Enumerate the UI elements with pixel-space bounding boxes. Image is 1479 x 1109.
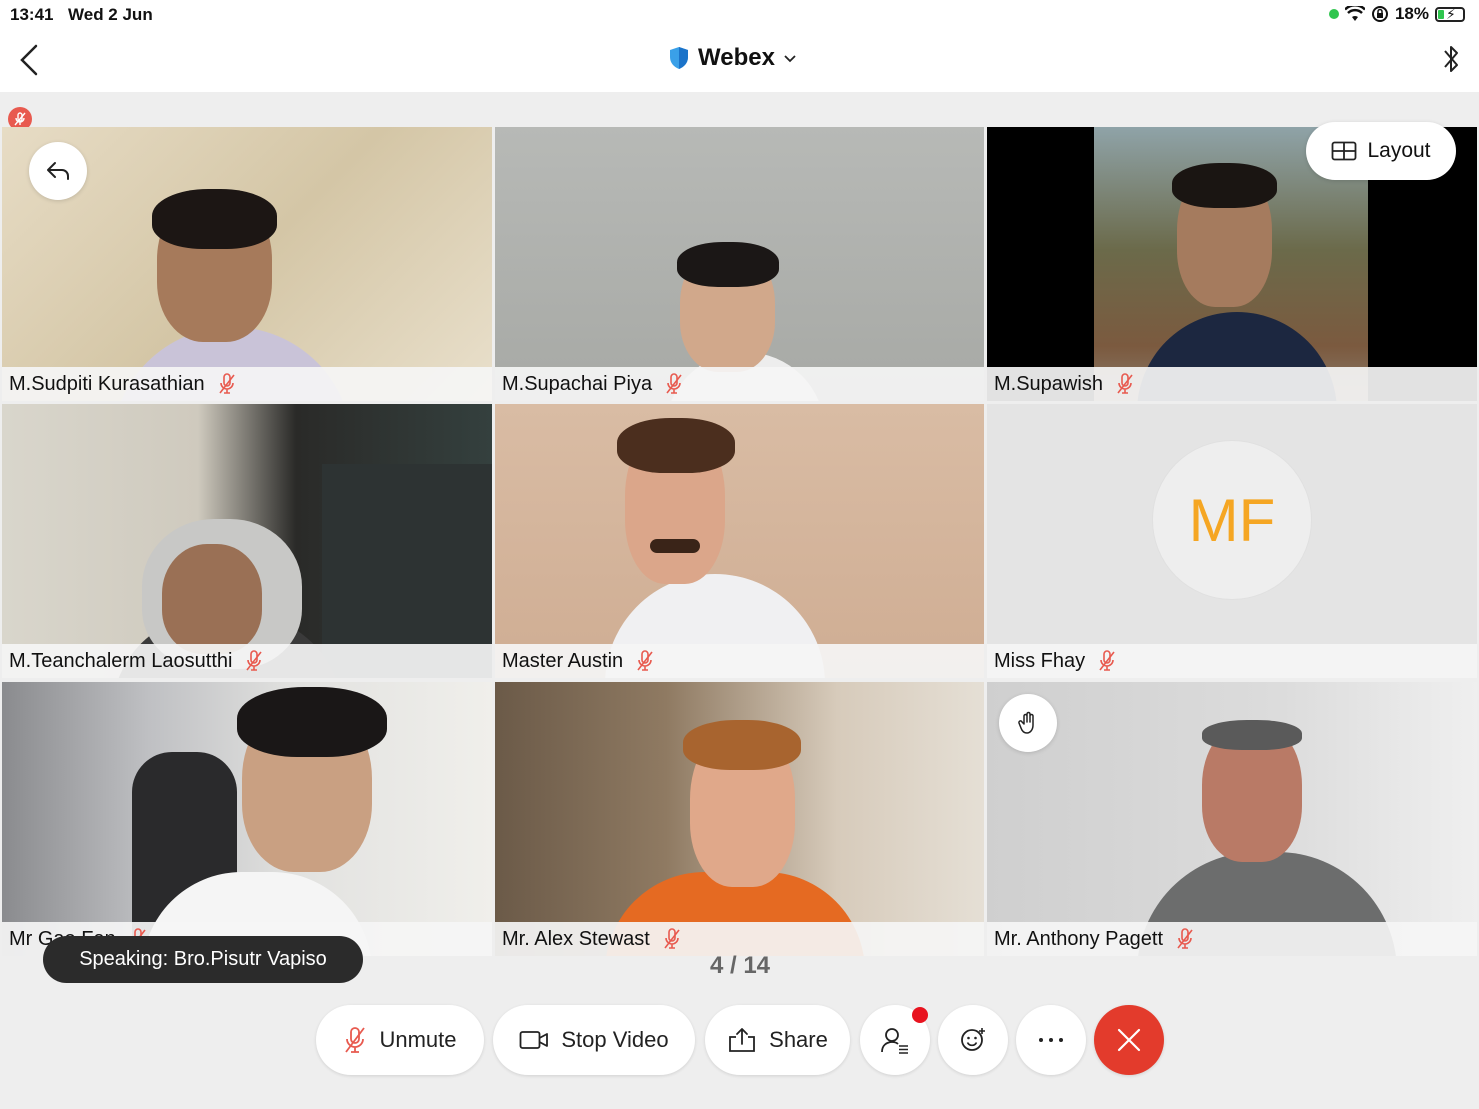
undo-arrow-icon	[47, 162, 69, 180]
participant-name: Miss Fhay	[994, 649, 1086, 672]
status-bar: 13:41 Wed 2 Jun 18% ⚡	[0, 0, 1479, 30]
back-arrow-button[interactable]	[29, 142, 87, 200]
unmute-button[interactable]: Unmute	[316, 1005, 484, 1075]
participant-tile[interactable]: Mr Gao Fan	[2, 682, 492, 956]
clock: 13:41	[10, 5, 54, 24]
video-camera-icon	[519, 1031, 549, 1049]
stop-video-button[interactable]: Stop Video	[493, 1005, 695, 1075]
date: Wed 2 Jun	[68, 5, 153, 24]
meeting-title[interactable]: Webex	[668, 44, 797, 72]
back-chevron-icon[interactable]	[14, 42, 44, 78]
participant-name: M.Supawish	[994, 372, 1103, 395]
avatar: MF	[1152, 440, 1312, 600]
mic-muted-icon	[246, 650, 263, 671]
status-icons: 18% ⚡	[1328, 4, 1465, 24]
participant-name-bar: M.Supawish	[987, 367, 1477, 401]
raised-hand-icon	[1018, 711, 1034, 734]
participant-tile[interactable]: Mr. Alex Stewast	[495, 682, 984, 956]
participant-name: Mr. Alex Stewast	[502, 927, 650, 950]
mic-muted-icon	[345, 1027, 366, 1053]
mic-muted-icon	[1117, 373, 1133, 394]
ellipsis-icon	[1039, 1038, 1063, 1042]
speaking-indicator: Speaking: Bro.Pisutr Vapiso	[43, 936, 363, 983]
participant-name-bar: M.Sudpiti Kurasathian	[2, 367, 492, 401]
stop-video-label: Stop Video	[561, 1027, 669, 1052]
unmute-label: Unmute	[379, 1027, 457, 1052]
mic-muted-icon	[637, 650, 653, 671]
mic-muted-icon	[666, 373, 682, 394]
participant-name-bar: M.Supachai Piya	[495, 367, 984, 401]
mic-muted-icon	[219, 373, 235, 394]
participant-tile[interactable]: M.Teanchalerm Laosutthi	[2, 404, 492, 678]
mic-muted-icon	[1099, 650, 1115, 671]
participant-name-bar: Mr. Alex Stewast	[495, 922, 984, 956]
camera-indicator-icon	[1328, 9, 1339, 19]
participant-name: M.Sudpiti Kurasathian	[9, 372, 205, 395]
participant-tile[interactable]: Mr. Anthony Pagett	[987, 682, 1477, 956]
participant-tile[interactable]: M.Supachai Piya	[495, 127, 984, 401]
participant-name: Mr. Anthony Pagett	[994, 927, 1163, 950]
participant-name-bar: Mr. Anthony Pagett	[987, 922, 1477, 956]
participant-name-bar: Miss Fhay	[987, 644, 1477, 678]
wifi-icon	[1344, 6, 1365, 21]
mic-muted-icon	[664, 928, 680, 949]
layout-label: Layout	[1367, 139, 1431, 162]
share-icon	[729, 1028, 756, 1052]
chevron-down-icon	[784, 55, 796, 63]
reactions-button[interactable]	[938, 1005, 1008, 1075]
battery-icon: ⚡	[1435, 6, 1465, 22]
participant-name-bar: M.Teanchalerm Laosutthi	[2, 644, 492, 678]
shield-icon	[670, 47, 688, 69]
share-button[interactable]: Share	[705, 1005, 850, 1075]
participants-button[interactable]	[860, 1005, 930, 1075]
notification-dot	[912, 1007, 928, 1023]
emoji-icon	[961, 1028, 985, 1051]
bluetooth-icon[interactable]	[1441, 42, 1461, 76]
participant-name-bar: Master Austin	[495, 644, 984, 678]
layout-button[interactable]: Layout	[1306, 122, 1456, 180]
participant-name: Master Austin	[502, 649, 624, 672]
rotation-lock-icon	[1371, 6, 1388, 22]
participant-name: M.Supachai Piya	[502, 372, 653, 395]
mic-muted-icon	[1177, 928, 1193, 949]
page-indicator: 4 / 14	[709, 952, 771, 979]
grid-layout-icon	[1332, 141, 1357, 161]
share-label: Share	[769, 1027, 828, 1052]
nav-bar: Webex	[0, 30, 1479, 92]
close-icon	[1117, 1028, 1141, 1052]
participant-tile[interactable]: Master Austin	[495, 404, 984, 678]
leave-meeting-button[interactable]	[1094, 1005, 1164, 1075]
participants-icon	[881, 1028, 908, 1054]
battery-percent: 18%	[1394, 4, 1429, 23]
more-options-button[interactable]	[1016, 1005, 1086, 1075]
raised-hand-badge	[999, 694, 1057, 752]
title-text: Webex	[698, 44, 775, 71]
participant-name: M.Teanchalerm Laosutthi	[9, 649, 233, 672]
